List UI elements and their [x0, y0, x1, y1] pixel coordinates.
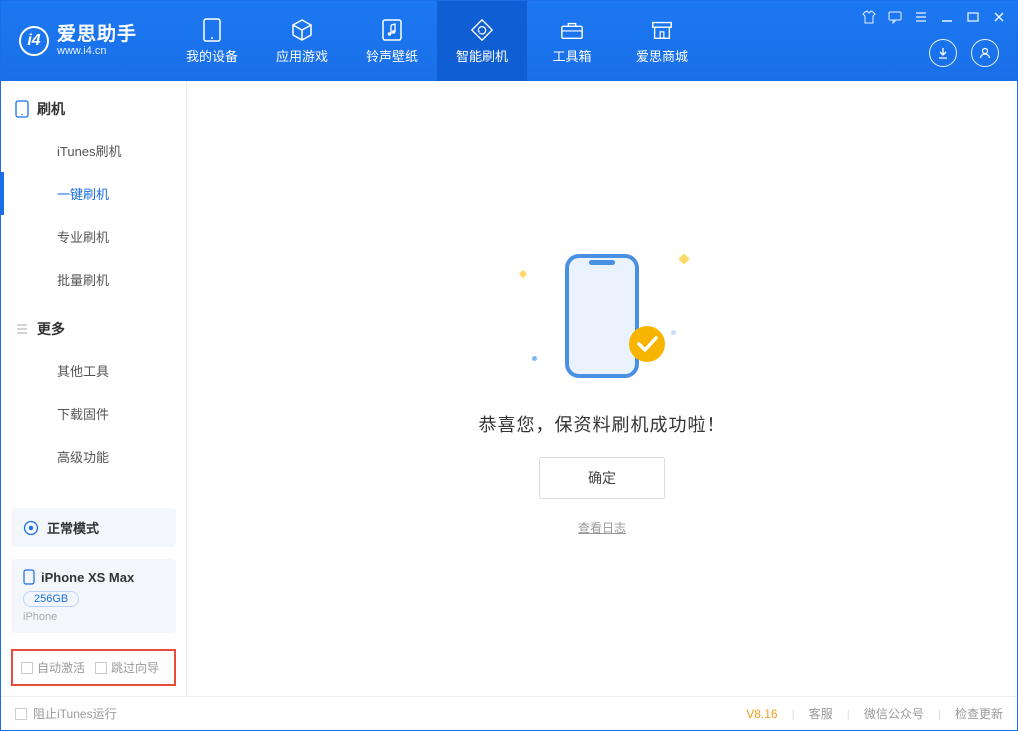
main-content: 恭喜您，保资料刷机成功啦！ 确定 查看日志: [187, 81, 1017, 696]
sidebar-section-more: 更多: [1, 301, 186, 349]
sidebar-section-flash: 刷机: [1, 81, 186, 129]
nav-tabs: 我的设备 应用游戏 铃声壁纸 智能刷机 工具箱 爱思商城: [167, 1, 707, 81]
sidebar: 刷机 iTunes刷机 一键刷机 专业刷机 批量刷机 更多 其他工具 下载固件 …: [1, 81, 187, 696]
refresh-icon: [470, 18, 494, 42]
maximize-icon[interactable]: [965, 9, 981, 25]
app-title: 爱思助手: [57, 25, 137, 46]
checkbox-icon: [95, 662, 107, 674]
logo-area[interactable]: i4 爱思助手 www.i4.cn: [1, 25, 155, 58]
checkbox-auto-activate[interactable]: 自动激活: [21, 659, 85, 676]
tab-toolbox[interactable]: 工具箱: [527, 1, 617, 81]
header-user-icons: [929, 39, 999, 67]
checkbox-stop-itunes[interactable]: 阻止iTunes运行: [15, 705, 117, 722]
phone-small-icon: [15, 100, 29, 118]
feedback-icon[interactable]: [887, 9, 903, 25]
sidebar-item-download-firmware[interactable]: 下载固件: [1, 392, 186, 435]
device-type: iPhone: [23, 611, 164, 623]
checkbox-icon: [15, 708, 27, 720]
check-badge-icon: [628, 325, 666, 363]
header: i4 爱思助手 www.i4.cn 我的设备 应用游戏 铃声壁纸 智能刷机: [1, 1, 1017, 81]
tab-ring-wallpaper[interactable]: 铃声壁纸: [347, 1, 437, 81]
sidebar-item-itunes-flash[interactable]: iTunes刷机: [1, 129, 186, 172]
shirt-icon[interactable]: [861, 9, 877, 25]
footer-link-support[interactable]: 客服: [809, 705, 833, 722]
app-subtitle: www.i4.cn: [57, 45, 137, 57]
checkbox-skip-guide[interactable]: 跳过向导: [95, 659, 159, 676]
footer-link-update[interactable]: 检查更新: [955, 705, 1003, 722]
sidebar-item-batch-flash[interactable]: 批量刷机: [1, 258, 186, 301]
version-label: V8.16: [746, 707, 777, 721]
logo-icon: i4: [19, 26, 49, 56]
device-card[interactable]: iPhone XS Max 256GB iPhone: [11, 559, 176, 633]
tab-smart-flash[interactable]: 智能刷机: [437, 1, 527, 81]
body: 刷机 iTunes刷机 一键刷机 专业刷机 批量刷机 更多 其他工具 下载固件 …: [1, 81, 1017, 696]
sidebar-item-oneclick-flash[interactable]: 一键刷机: [1, 172, 186, 215]
tab-store[interactable]: 爱思商城: [617, 1, 707, 81]
window-controls: [861, 9, 1007, 25]
cube-icon: [290, 18, 314, 42]
sidebar-options-highlight: 自动激活 跳过向导: [11, 649, 176, 686]
device-mode-status[interactable]: 正常模式: [11, 508, 176, 547]
checkbox-icon: [21, 662, 33, 674]
device-small-icon: [23, 569, 35, 585]
success-illustration: [542, 241, 662, 391]
close-icon[interactable]: [991, 9, 1007, 25]
user-icon[interactable]: [971, 39, 999, 67]
app-window: i4 爱思助手 www.i4.cn 我的设备 应用游戏 铃声壁纸 智能刷机: [0, 0, 1018, 731]
success-message: 恭喜您，保资料刷机成功啦！: [479, 411, 726, 437]
store-icon: [650, 18, 674, 42]
sidebar-item-pro-flash[interactable]: 专业刷机: [1, 215, 186, 258]
sidebar-item-other-tools[interactable]: 其他工具: [1, 349, 186, 392]
menu-icon[interactable]: [913, 9, 929, 25]
status-ok-icon: [23, 520, 39, 536]
ok-button[interactable]: 确定: [539, 457, 665, 499]
tab-label: 工具箱: [553, 46, 592, 65]
tab-apps-games[interactable]: 应用游戏: [257, 1, 347, 81]
sidebar-item-advanced[interactable]: 高级功能: [1, 435, 186, 478]
toolbox-icon: [560, 18, 584, 42]
tab-label: 我的设备: [186, 46, 238, 65]
tab-label: 智能刷机: [456, 46, 508, 65]
device-capacity: 256GB: [23, 591, 79, 607]
download-icon[interactable]: [929, 39, 957, 67]
view-log-link[interactable]: 查看日志: [578, 519, 626, 536]
tab-label: 应用游戏: [276, 46, 328, 65]
device-name: iPhone XS Max: [41, 570, 134, 585]
footer-link-wechat[interactable]: 微信公众号: [864, 705, 924, 722]
list-icon: [15, 322, 29, 336]
tab-label: 铃声壁纸: [366, 46, 418, 65]
device-icon: [200, 18, 224, 42]
music-icon: [380, 18, 404, 42]
minimize-icon[interactable]: [939, 9, 955, 25]
footer: 阻止iTunes运行 V8.16 | 客服 | 微信公众号 | 检查更新: [1, 696, 1017, 730]
tab-label: 爱思商城: [636, 46, 688, 65]
tab-my-device[interactable]: 我的设备: [167, 1, 257, 81]
